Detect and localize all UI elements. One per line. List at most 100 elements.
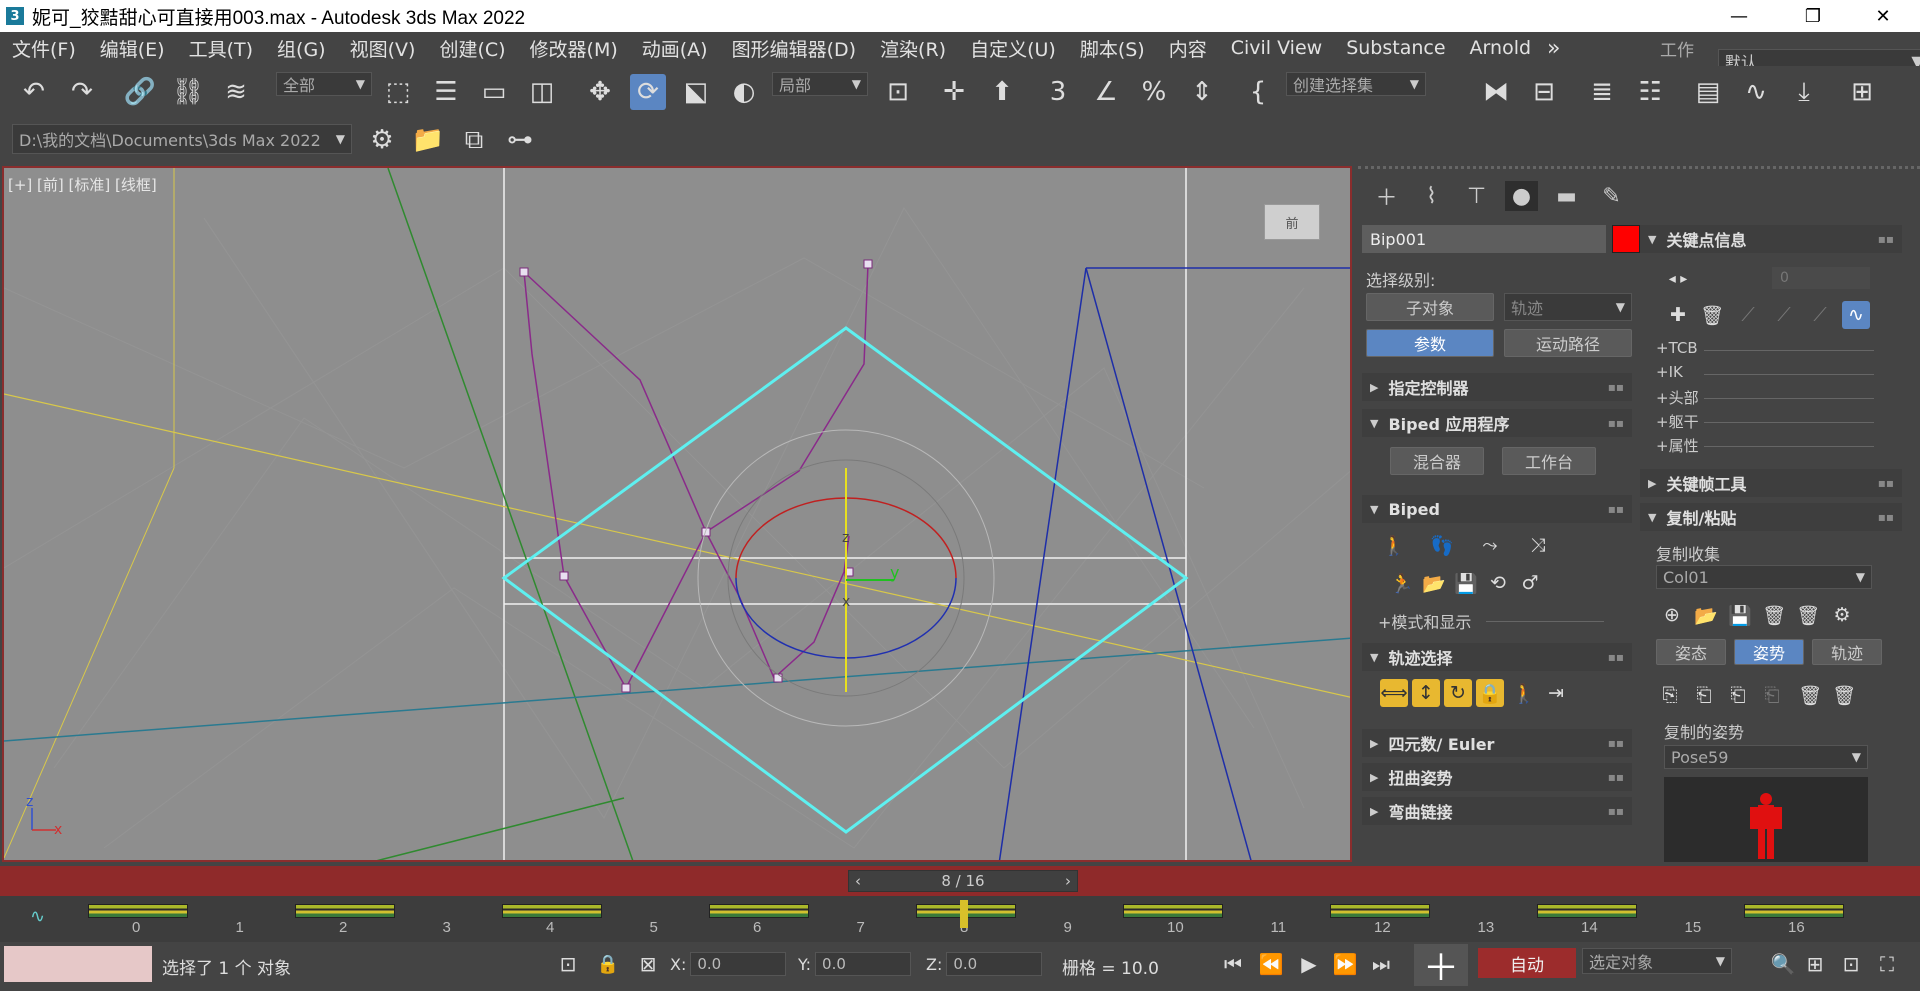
motion-paths-button[interactable]: 运动路径	[1504, 329, 1632, 357]
pose-dropdown[interactable]: Pose59 ▼	[1664, 745, 1868, 769]
spline-vertices[interactable]	[519, 259, 873, 693]
key-info-tcb[interactable]: +TCB	[1656, 339, 1698, 357]
sub-object-button[interactable]: 子对象	[1366, 293, 1494, 321]
rollout-quaternion-euler[interactable]: ▶ 四元数/ Euler ▪▪	[1362, 729, 1632, 757]
redo-icon[interactable]: ↷	[64, 74, 100, 110]
track-dropdown[interactable]: 轨迹 ▼	[1504, 293, 1632, 321]
utilities-tab-icon[interactable]: ✎	[1595, 181, 1628, 211]
mixer-mode-icon[interactable]: ⤨	[1524, 531, 1552, 559]
close-button[interactable]: ✕	[1860, 0, 1906, 32]
snaps-toggle-icon[interactable]: 3	[1040, 74, 1076, 110]
rollout-assign-controller[interactable]: ▶ 指定控制器 ▪▪	[1362, 373, 1632, 401]
zoom-icon[interactable]: 🔍	[1768, 950, 1798, 978]
set-planted-key-icon[interactable]: ⟋	[1734, 301, 1762, 329]
key-info-props[interactable]: +属性	[1656, 435, 1699, 456]
key-info-ik[interactable]: +IK	[1656, 363, 1683, 381]
selection-filter-dropdown[interactable]: 全部 ▼	[276, 72, 372, 96]
coord-z-field[interactable]: 0.0	[946, 952, 1043, 976]
copy-pose-icon[interactable]: ⎘	[1656, 681, 1684, 709]
unlink-icon[interactable]: ⛓	[170, 74, 206, 110]
mixer-button[interactable]: 混合器	[1390, 447, 1484, 475]
link-icon[interactable]: 🔗	[122, 74, 158, 110]
minimize-button[interactable]: —	[1716, 0, 1762, 32]
set-free-key-icon[interactable]: ⟋	[1806, 301, 1834, 329]
set-key-button[interactable]: ＋	[1414, 944, 1468, 989]
menu-edit[interactable]: 编辑(E)	[88, 35, 177, 62]
scale-icon[interactable]: ⬕	[678, 74, 714, 110]
pose-thumbnail[interactable]	[1664, 777, 1868, 862]
key-info-body[interactable]: +躯干	[1656, 411, 1699, 432]
select-object-icon[interactable]: ⬚	[380, 74, 416, 110]
chevron-right-icon[interactable]: ›	[1065, 872, 1071, 890]
menu-arnold[interactable]: Arnold	[1458, 37, 1543, 59]
viewport-front[interactable]: [+] [前] [标准] [线框] y z x z x 前	[2, 166, 1352, 862]
restore-button[interactable]: ❐	[1790, 0, 1836, 32]
material-editor-icon[interactable]: ⊞	[1844, 74, 1880, 110]
save-file-icon[interactable]: 💾	[1452, 569, 1480, 597]
trajectories-icon[interactable]: ∿	[1842, 301, 1870, 329]
paste-velocity-icon[interactable]: ⎗	[1758, 681, 1786, 709]
menu-animation[interactable]: 动画(A)	[630, 35, 720, 62]
reference-coord-dropdown[interactable]: 局部 ▼	[772, 72, 868, 96]
body-rotation-icon[interactable]: ↻	[1444, 679, 1472, 707]
copy-collection-dropdown[interactable]: Col01 ▼	[1656, 565, 1872, 589]
delete-key-icon[interactable]: 🗑	[1698, 301, 1726, 329]
mirror-icon[interactable]: ⧓	[1478, 74, 1514, 110]
isolate-selection-icon[interactable]: ⊡	[550, 946, 586, 982]
project-path-dropdown[interactable]: D:\我的文档\Documents\3ds Max 2022 ▼	[12, 124, 352, 154]
rollout-bend-links[interactable]: ▶ 弯曲链接 ▪▪	[1362, 797, 1632, 825]
convert-icon[interactable]: ⟲	[1484, 569, 1512, 597]
select-manipulate-icon[interactable]: ✛	[936, 74, 972, 110]
rollout-twist-poses[interactable]: ▶ 扭曲姿势 ▪▪	[1362, 763, 1632, 791]
play-icon[interactable]: ▶	[1294, 950, 1324, 978]
create-tab-icon[interactable]: ＋	[1370, 181, 1403, 211]
zoom-all-icon[interactable]: ⊞	[1800, 950, 1830, 978]
bind-space-warp-icon[interactable]: ≋	[218, 74, 254, 110]
keyframe-marker[interactable]	[1123, 904, 1223, 918]
create-collection-icon[interactable]: ⊕	[1658, 601, 1686, 629]
keyframe-marker[interactable]	[295, 904, 395, 918]
place-icon[interactable]: ◐	[726, 74, 762, 110]
rotate-icon[interactable]: ⟳	[630, 74, 666, 110]
maxscript-listener[interactable]	[4, 946, 152, 982]
keyboard-shortcut-icon[interactable]: ⬆	[984, 74, 1020, 110]
coord-y-field[interactable]: 0.0	[815, 952, 912, 976]
angle-snap-icon[interactable]: ∠	[1088, 74, 1124, 110]
rollout-keyframe-tools[interactable]: ▶ 关键帧工具 ▪▪	[1640, 469, 1902, 497]
rollout-track-selection[interactable]: ▼ 轨迹选择 ▪▪	[1362, 643, 1632, 671]
save-collection-icon[interactable]: 💾	[1726, 601, 1754, 629]
rollout-biped-apps[interactable]: ▼ Biped 应用程序 ▪▪	[1362, 409, 1632, 437]
track-bar[interactable]: ∿ 012345678910111213141516	[0, 896, 1920, 942]
load-collection-icon[interactable]: 📂	[1692, 601, 1720, 629]
spinner-snap-icon[interactable]: ⇕	[1184, 74, 1220, 110]
viewcube[interactable]: 前	[1264, 204, 1320, 240]
biped-playback-icon[interactable]: 🏃	[1388, 569, 1416, 597]
menu-group[interactable]: 组(G)	[265, 35, 338, 62]
set-key-icon[interactable]: ✚	[1664, 301, 1692, 329]
move-all-mode-icon[interactable]: ♂	[1516, 569, 1544, 597]
max-load-preferences-icon[interactable]: ⚙	[1828, 601, 1856, 629]
go-to-start-icon[interactable]: ⏮	[1218, 950, 1248, 978]
footstep-mode-icon[interactable]: 👣	[1428, 531, 1456, 559]
parameters-button[interactable]: 参数	[1366, 329, 1494, 357]
body-vertical-icon[interactable]: ↕	[1412, 679, 1440, 707]
load-file-icon[interactable]: 📂	[1420, 569, 1448, 597]
menu-tools[interactable]: 工具(T)	[177, 35, 265, 62]
menu-more-icon[interactable]: »	[1543, 36, 1564, 61]
spline-vertex[interactable]	[559, 571, 569, 581]
key-info-head[interactable]: +头部	[1656, 387, 1699, 408]
spline-curve[interactable]	[523, 263, 869, 690]
delete-all-collections-icon[interactable]: 🗑	[1794, 601, 1822, 629]
lock-cob-keys-icon[interactable]: 🔒	[1476, 679, 1504, 707]
keyframe-marker[interactable]	[709, 904, 809, 918]
pivot-center-icon[interactable]: ⊡	[880, 74, 916, 110]
display-tab-icon[interactable]: ▬	[1550, 181, 1583, 211]
curve-editor-icon[interactable]: ∿	[1738, 74, 1774, 110]
tab-track[interactable]: 轨迹	[1812, 639, 1882, 665]
tab-pose[interactable]: 姿势	[1734, 639, 1804, 665]
schematic-view-icon[interactable]: ⤓	[1786, 74, 1822, 110]
time-slider-thumb[interactable]: ‹ 8 / 16 ›	[848, 870, 1078, 892]
chevron-left-icon[interactable]: ‹	[855, 872, 861, 890]
named-selection-dropdown[interactable]: 创建选择集 ▼	[1286, 72, 1426, 96]
menu-substance[interactable]: Substance	[1334, 37, 1457, 59]
